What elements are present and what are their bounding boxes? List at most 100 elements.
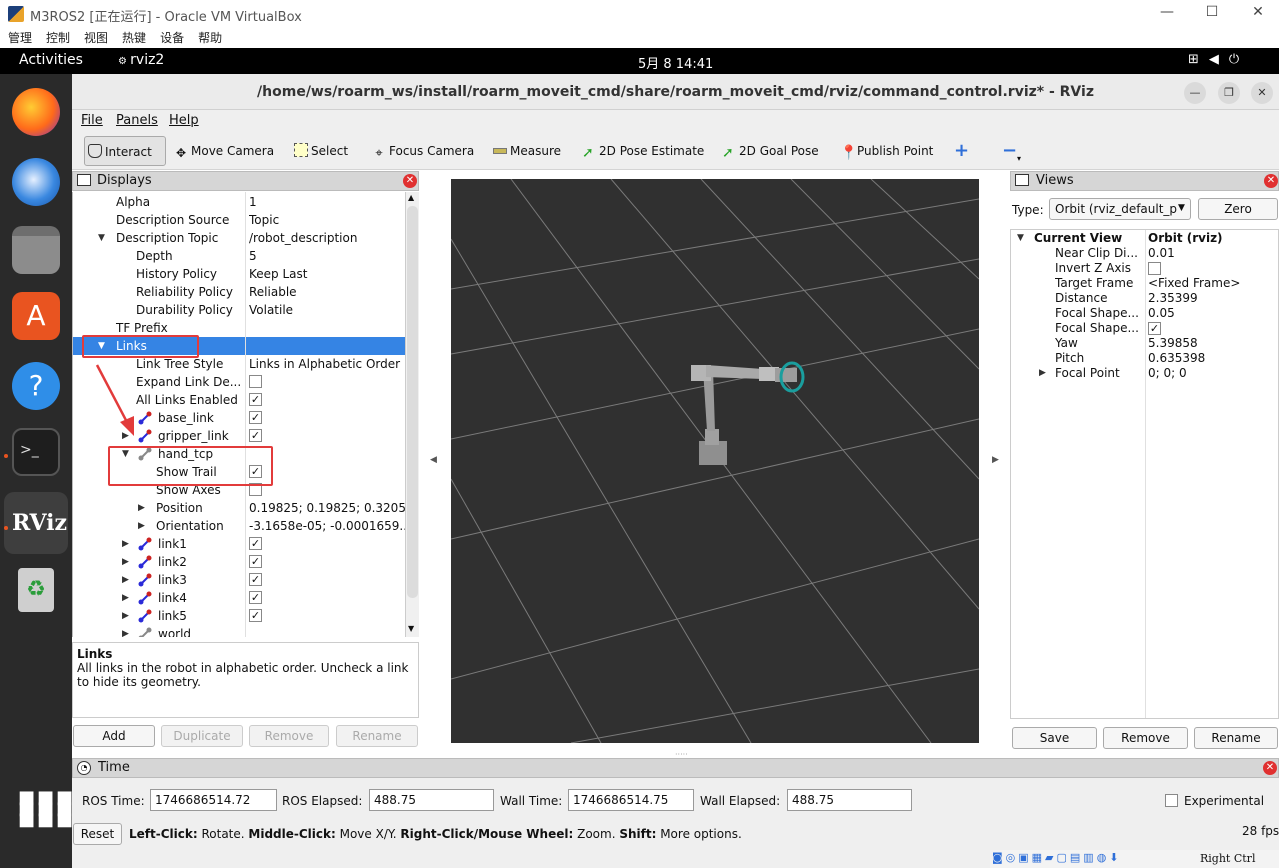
property-value[interactable]: Links in Alphabetic Order [249, 355, 405, 373]
expand-arrow-icon[interactable]: ▶ [122, 589, 129, 607]
view-property-value[interactable]: <Fixed Frame> [1148, 276, 1240, 291]
tree-row[interactable]: Depth 5 [73, 247, 405, 265]
menu-file[interactable]: File [81, 113, 103, 128]
rename-display-button[interactable]: Rename [336, 725, 418, 747]
checkbox[interactable]: ✓ [1148, 322, 1161, 335]
minimize-icon[interactable]: — [1155, 4, 1179, 24]
expand-arrow-icon[interactable]: ▶ [138, 499, 145, 517]
panel-close-icon[interactable]: ✕ [403, 174, 417, 188]
rviz-close-icon[interactable]: ✕ [1251, 82, 1273, 104]
app-center-icon[interactable]: A [12, 292, 60, 340]
checkbox[interactable]: ✓ [249, 555, 262, 568]
close-icon[interactable]: ✕ [1246, 4, 1270, 24]
expand-arrow-icon[interactable]: ▼ [1017, 231, 1024, 246]
ros-time-field[interactable]: 1746686514.72 [150, 789, 277, 811]
view-property-row[interactable]: Near Clip Di... 0.01 [1011, 246, 1279, 261]
view-property-value[interactable]: 0.01 [1148, 246, 1175, 261]
property-value[interactable]: Keep Last [249, 265, 405, 283]
add-tool-plus-icon[interactable]: + [954, 140, 969, 162]
save-view-button[interactable]: Save [1012, 727, 1097, 749]
system-tray[interactable]: ⊞◀⏻ [1188, 52, 1249, 67]
panel-close-icon[interactable]: ✕ [1264, 174, 1278, 188]
property-value[interactable]: Volatile [249, 301, 405, 319]
left-splitter-arrow-icon[interactable]: ◀ [430, 455, 437, 465]
property-value[interactable]: Topic [249, 211, 405, 229]
tree-row[interactable]: ▶ link5 ✓ [73, 607, 405, 625]
trash-icon[interactable]: ♻ [18, 568, 54, 612]
tool-interact[interactable]: Interact [84, 136, 166, 166]
expand-arrow-icon[interactable]: ▶ [138, 517, 145, 535]
checkbox[interactable]: ✓ [249, 411, 262, 424]
view-property-row[interactable]: Pitch 0.635398 [1011, 351, 1279, 366]
tree-row[interactable]: ▼ Description Topic/robot_description [73, 229, 405, 247]
checkbox[interactable]: ✓ [249, 537, 262, 550]
view-property-row[interactable]: Focal Shape... ✓ [1011, 321, 1279, 336]
3d-render-view[interactable] [450, 178, 980, 744]
files-icon[interactable] [12, 226, 60, 274]
collapse-arrow-icon[interactable]: ▼ [98, 229, 105, 247]
checkbox[interactable]: ✓ [249, 429, 262, 442]
current-view-row[interactable]: ▼ Current View Orbit (rviz) [1011, 231, 1279, 246]
tree-row[interactable]: ▶ world [73, 625, 405, 637]
reset-button[interactable]: Reset [73, 823, 122, 845]
property-value[interactable]: -3.1658e-05; -0.0001659... [249, 517, 405, 535]
view-property-row[interactable]: Distance 2.35399 [1011, 291, 1279, 306]
tree-row[interactable]: ▶ link1 ✓ [73, 535, 405, 553]
tree-row[interactable]: ▶ link3 ✓ [73, 571, 405, 589]
menu-panels[interactable]: Panels [116, 113, 158, 128]
remove-view-button[interactable]: Remove [1103, 727, 1188, 749]
ros-elapsed-field[interactable]: 488.75 [369, 789, 494, 811]
tree-row[interactable]: Alpha 1 [73, 193, 405, 211]
view-property-value[interactable]: 0; 0; 0 [1148, 366, 1187, 381]
firefox-icon[interactable] [12, 88, 60, 136]
vb-menu-control[interactable]: 控制 [46, 28, 70, 48]
tree-row[interactable]: ▶ Position 0.19825; 0.19825; 0.3205 [73, 499, 405, 517]
menu-help[interactable]: Help [169, 113, 199, 128]
activities-button[interactable]: Activities [19, 52, 83, 68]
scroll-up-icon[interactable]: ▲ [408, 193, 414, 202]
checkbox[interactable]: ✓ [249, 393, 262, 406]
property-value[interactable]: 5 [249, 247, 405, 265]
tool-2d-pose-estimate[interactable]: ➚ 2D Pose Estimate [582, 140, 704, 162]
property-value[interactable]: Reliable [249, 283, 405, 301]
view-property-row[interactable]: Invert Z Axis [1011, 261, 1279, 276]
views-tree[interactable]: ▼ Current View Orbit (rviz) Near Clip Di… [1010, 229, 1279, 719]
view-type-select[interactable]: Orbit (rviz_default_p [1049, 198, 1191, 220]
tool-select[interactable]: Select [294, 140, 348, 162]
remove-tool-minus-icon[interactable]: − [1002, 140, 1017, 162]
checkbox[interactable] [1148, 262, 1161, 275]
expand-arrow-icon[interactable]: ▶ [122, 625, 129, 637]
tree-row[interactable]: History Policy Keep Last [73, 265, 405, 283]
tree-row[interactable]: Reliability Policy Reliable [73, 283, 405, 301]
rviz-maximize-icon[interactable]: ❐ [1218, 82, 1240, 104]
tool-focus-camera[interactable]: ⌖ Focus Camera [372, 140, 474, 162]
expand-arrow-icon[interactable]: ▶ [1039, 366, 1046, 381]
tool-2d-goal-pose[interactable]: ➚ 2D Goal Pose [722, 140, 819, 162]
view-property-row[interactable]: ▶ Focal Point 0; 0; 0 [1011, 366, 1279, 381]
property-value[interactable]: /robot_description [249, 229, 405, 247]
rviz-icon[interactable]: RViz [12, 499, 67, 547]
thunderbird-icon[interactable] [12, 158, 60, 206]
view-property-row[interactable]: Yaw 5.39858 [1011, 336, 1279, 351]
zero-button[interactable]: Zero [1198, 198, 1278, 220]
vb-menu-manage[interactable]: 管理 [8, 28, 32, 48]
rviz-minimize-icon[interactable]: — [1184, 82, 1206, 104]
view-property-value[interactable]: 5.39858 [1148, 336, 1198, 351]
checkbox[interactable]: ✓ [249, 609, 262, 622]
scrollbar-thumb[interactable] [407, 206, 418, 598]
add-display-button[interactable]: Add [73, 725, 155, 747]
checkbox[interactable]: ✓ [249, 573, 262, 586]
scroll-down-icon[interactable]: ▼ [408, 624, 414, 633]
rename-view-button[interactable]: Rename [1194, 727, 1278, 749]
view-property-row[interactable]: Target Frame <Fixed Frame> [1011, 276, 1279, 291]
tool-measure[interactable]: Measure [493, 140, 561, 162]
tree-row[interactable]: Description Source Topic [73, 211, 405, 229]
wall-elapsed-field[interactable]: 488.75 [787, 789, 912, 811]
view-property-value[interactable]: 2.35399 [1148, 291, 1198, 306]
vbox-device-icons[interactable]: ◙◎▣▦▰▢▤▥◍⬇ [992, 851, 1122, 864]
app-menu[interactable]: ⚙ rviz2 [118, 52, 164, 68]
property-value[interactable]: 0.19825; 0.19825; 0.3205 [249, 499, 405, 517]
duplicate-display-button[interactable]: Duplicate [161, 725, 243, 747]
show-apps-icon[interactable]: ■■■ ■■■ ■■■ [18, 789, 73, 829]
checkbox[interactable] [249, 375, 262, 388]
